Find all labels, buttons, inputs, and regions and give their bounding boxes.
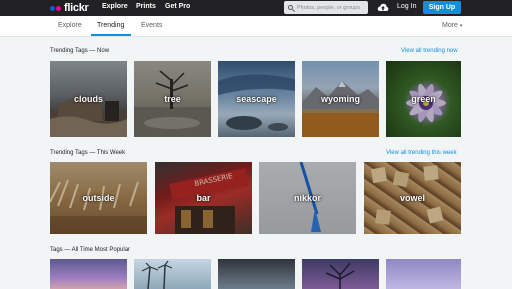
tag-tile-seascape[interactable]: seascape: [218, 61, 295, 137]
tab-explore[interactable]: Explore: [58, 22, 82, 29]
tree-silhouette-photo: [325, 262, 355, 289]
tag-tile-vowel[interactable]: vowel: [364, 162, 461, 234]
tag-label: clouds: [73, 94, 103, 104]
tag-tile-wyoming[interactable]: wyoming: [302, 61, 379, 137]
tag-tile-nikkor[interactable]: nikkor: [259, 162, 356, 234]
signup-button[interactable]: Sign Up: [423, 1, 461, 14]
explore-subnav: Explore Trending Events More ▾: [0, 16, 512, 37]
view-all-trending-week-link[interactable]: View all trending this week: [386, 150, 457, 156]
tag-tile-tree[interactable]: tree: [134, 61, 211, 137]
view-all-trending-now-link[interactable]: View all trending now: [401, 48, 458, 54]
search-input[interactable]: [297, 4, 365, 11]
nav-get-pro[interactable]: Get Pro: [165, 3, 190, 10]
logo-pink-dot: [56, 5, 61, 11]
tag-tile-popular-4[interactable]: [302, 259, 379, 289]
tag-label: green: [411, 94, 436, 104]
tag-label: vowel: [399, 193, 425, 203]
section-title-all-time: Tags — All Time Most Popular: [50, 247, 131, 253]
tag-tile-popular-5[interactable]: [386, 259, 461, 289]
chevron-down-icon: ▾: [459, 23, 463, 29]
nav-explore[interactable]: Explore: [102, 3, 128, 10]
tab-trending[interactable]: Trending: [97, 22, 124, 29]
more-label: More: [442, 22, 458, 29]
tab-events[interactable]: Events: [141, 22, 162, 29]
cloud-upload-icon[interactable]: [377, 2, 389, 13]
tag-label: tree: [164, 94, 181, 104]
tag-tile-bar[interactable]: BRASSERIE bar: [155, 162, 252, 234]
top-navigation-bar: flickr Explore Prints Get Pro Log In Sig…: [0, 0, 512, 16]
tag-label: bar: [196, 193, 211, 203]
tag-label: seascape: [236, 94, 277, 104]
tag-tile-popular-1[interactable]: [50, 259, 127, 289]
tag-label: nikkor: [293, 193, 321, 203]
login-link[interactable]: Log In: [397, 3, 416, 10]
tag-label: outside: [82, 193, 115, 203]
tag-label: wyoming: [320, 94, 360, 104]
tag-tile-green[interactable]: green: [386, 61, 461, 137]
search-icon[interactable]: [288, 5, 293, 10]
more-menu[interactable]: More ▾: [442, 22, 462, 29]
palm-trees-photo: [141, 260, 173, 289]
active-tab-indicator: [91, 34, 131, 36]
tag-tile-popular-2[interactable]: [134, 259, 211, 289]
logo-wordmark: flickr: [64, 2, 89, 14]
nav-prints[interactable]: Prints: [136, 3, 156, 10]
section-title-trending-week: Trending Tags — This Week: [50, 150, 126, 156]
tag-tile-outside[interactable]: outside: [50, 162, 147, 234]
tag-tile-clouds[interactable]: clouds: [50, 61, 127, 137]
flickr-logo[interactable]: flickr: [50, 2, 89, 14]
search-box[interactable]: [284, 1, 368, 14]
logo-blue-dot: [50, 5, 55, 11]
section-title-trending-now: Trending Tags — Now: [50, 48, 110, 54]
tag-tile-popular-3[interactable]: [218, 259, 295, 289]
